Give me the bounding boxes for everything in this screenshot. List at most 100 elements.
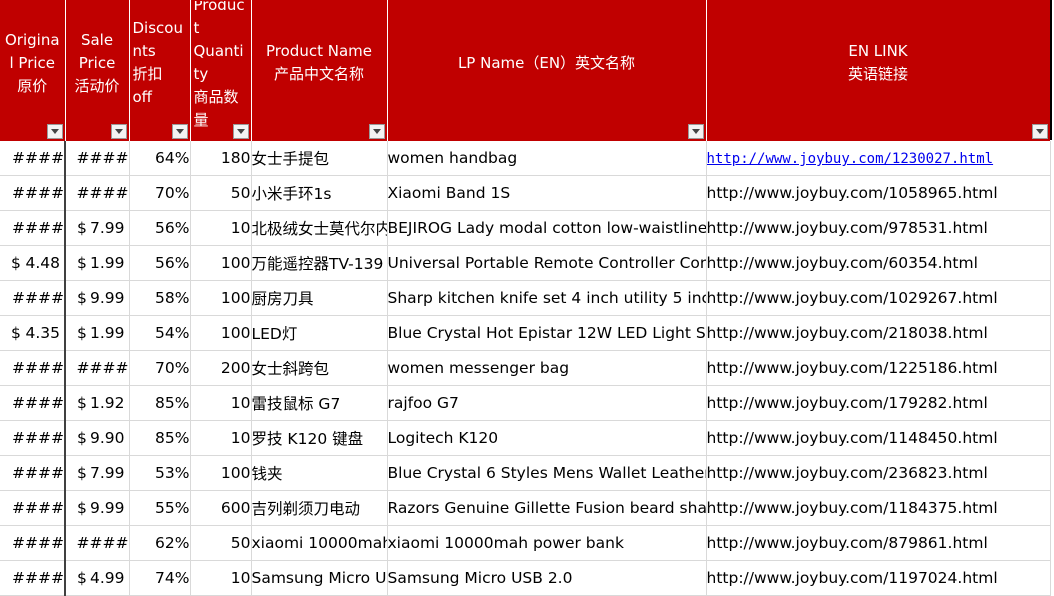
en-link[interactable]: http://www.joybuy.com/879861.html	[707, 534, 988, 552]
cell-quantity[interactable]: 100	[190, 280, 252, 316]
cell-lp-name[interactable]: Universal Portable Remote Controller Con	[387, 245, 707, 281]
cell-discount[interactable]: 62%	[129, 525, 191, 561]
cell-quantity[interactable]: 10	[190, 560, 252, 596]
cell-lp-name[interactable]: Blue Crystal 6 Styles Mens Wallet Leathe…	[387, 455, 707, 491]
cell-en-link[interactable]: http://www.joybuy.com/1184375.html	[706, 490, 1051, 526]
cell-discount[interactable]: 56%	[129, 245, 191, 281]
cell-product-name[interactable]: 罗技 K120 键盘	[251, 420, 388, 456]
cell-product-name[interactable]: xiaomi 10000mah	[251, 525, 388, 561]
cell-en-link[interactable]: http://www.joybuy.com/879861.html	[706, 525, 1051, 561]
cell-discount[interactable]: 64%	[129, 141, 191, 176]
en-link[interactable]: http://www.joybuy.com/1058965.html	[707, 184, 998, 202]
filter-dropdown-icon[interactable]	[110, 124, 127, 139]
cell-lp-name[interactable]: Samsung Micro USB 2.0	[387, 560, 707, 596]
cell-quantity[interactable]: 100	[190, 245, 252, 281]
en-link[interactable]: http://www.joybuy.com/1230027.html	[707, 151, 994, 167]
cell-original-price[interactable]: ####	[0, 490, 66, 526]
cell-lp-name[interactable]: BEJIROG Lady modal cotton low-waistline	[387, 210, 707, 246]
cell-original-price[interactable]: ####	[0, 420, 66, 456]
cell-sale-price[interactable]: ####	[65, 141, 130, 176]
cell-sale-price[interactable]: $7.99	[65, 210, 130, 246]
cell-en-link[interactable]: http://www.joybuy.com/236823.html	[706, 455, 1051, 491]
cell-product-name[interactable]: 吉列剃须刀电动	[251, 490, 388, 526]
cell-quantity[interactable]: 50	[190, 525, 252, 561]
cell-sale-price[interactable]: ####	[65, 175, 130, 211]
cell-sale-price[interactable]: ####	[65, 525, 130, 561]
filter-dropdown-icon[interactable]	[368, 124, 385, 139]
en-link[interactable]: http://www.joybuy.com/1029267.html	[707, 289, 998, 307]
header-product-name[interactable]: Product Name 产品中文名称	[251, 0, 388, 141]
cell-lp-name[interactable]: Xiaomi Band 1S	[387, 175, 707, 211]
cell-original-price[interactable]: ####	[0, 385, 66, 421]
cell-original-price[interactable]: ####	[0, 141, 66, 176]
cell-product-name[interactable]: LED灯	[251, 315, 388, 351]
cell-sale-price[interactable]: $9.99	[65, 280, 130, 316]
cell-discount[interactable]: 54%	[129, 315, 191, 351]
cell-original-price[interactable]: ####	[0, 210, 66, 246]
cell-original-price[interactable]: ####	[0, 350, 66, 386]
cell-quantity[interactable]: 600	[190, 490, 252, 526]
filter-dropdown-icon[interactable]	[687, 124, 704, 139]
cell-en-link[interactable]: http://www.joybuy.com/179282.html	[706, 385, 1051, 421]
cell-lp-name[interactable]: rajfoo G7	[387, 385, 707, 421]
cell-product-name[interactable]: 雷技鼠标 G7	[251, 385, 388, 421]
cell-sale-price[interactable]: ####	[65, 350, 130, 386]
cell-discount[interactable]: 70%	[129, 350, 191, 386]
cell-discount[interactable]: 85%	[129, 385, 191, 421]
cell-en-link[interactable]: http://www.joybuy.com/1230027.html	[706, 141, 1051, 176]
cell-en-link[interactable]: http://www.joybuy.com/1058965.html	[706, 175, 1051, 211]
cell-sale-price[interactable]: $9.90	[65, 420, 130, 456]
cell-en-link[interactable]: http://www.joybuy.com/1029267.html	[706, 280, 1051, 316]
en-link[interactable]: http://www.joybuy.com/1148450.html	[707, 429, 998, 447]
cell-original-price[interactable]: $4.48	[0, 245, 66, 281]
cell-lp-name[interactable]: women messenger bag	[387, 350, 707, 386]
header-lp-name[interactable]: LP Name（EN）英文名称	[387, 0, 707, 141]
en-link[interactable]: http://www.joybuy.com/978531.html	[707, 219, 988, 237]
cell-quantity[interactable]: 10	[190, 420, 252, 456]
header-sale-price[interactable]: Sale Price 活动价	[65, 0, 130, 141]
cell-quantity[interactable]: 50	[190, 175, 252, 211]
cell-quantity[interactable]: 100	[190, 455, 252, 491]
cell-product-name[interactable]: Samsung Micro U	[251, 560, 388, 596]
header-quantity[interactable]: Produc t Quanti ty 商品数量	[190, 0, 252, 141]
cell-product-name[interactable]: 女士斜跨包	[251, 350, 388, 386]
cell-sale-price[interactable]: $9.99	[65, 490, 130, 526]
cell-original-price[interactable]: ####	[0, 455, 66, 491]
header-en-link[interactable]: EN LINK 英语链接	[706, 0, 1051, 141]
en-link[interactable]: http://www.joybuy.com/218038.html	[707, 324, 988, 342]
cell-en-link[interactable]: http://www.joybuy.com/1148450.html	[706, 420, 1051, 456]
cell-discount[interactable]: 74%	[129, 560, 191, 596]
cell-product-name[interactable]: 万能遥控器TV-139	[251, 245, 388, 281]
cell-product-name[interactable]: 女士手提包	[251, 141, 388, 176]
cell-sale-price[interactable]: $4.99	[65, 560, 130, 596]
cell-original-price[interactable]: ####	[0, 175, 66, 211]
cell-product-name[interactable]: 小米手环1s	[251, 175, 388, 211]
cell-product-name[interactable]: 厨房刀具	[251, 280, 388, 316]
cell-lp-name[interactable]: Razors Genuine Gillette Fusion beard sha…	[387, 490, 707, 526]
cell-en-link[interactable]: http://www.joybuy.com/1225186.html	[706, 350, 1051, 386]
cell-discount[interactable]: 85%	[129, 420, 191, 456]
header-original-price[interactable]: Origina l Price 原价	[0, 0, 66, 141]
en-link[interactable]: http://www.joybuy.com/236823.html	[707, 464, 988, 482]
cell-original-price[interactable]: ####	[0, 560, 66, 596]
cell-product-name[interactable]: 钱夹	[251, 455, 388, 491]
cell-discount[interactable]: 53%	[129, 455, 191, 491]
en-link[interactable]: http://www.joybuy.com/1184375.html	[707, 499, 998, 517]
cell-sale-price[interactable]: $1.92	[65, 385, 130, 421]
cell-discount[interactable]: 58%	[129, 280, 191, 316]
cell-lp-name[interactable]: Sharp kitchen knife set 4 inch utility 5…	[387, 280, 707, 316]
cell-lp-name[interactable]: Blue Crystal Hot Epistar 12W LED Light S…	[387, 315, 707, 351]
cell-en-link[interactable]: http://www.joybuy.com/218038.html	[706, 315, 1051, 351]
en-link[interactable]: http://www.joybuy.com/179282.html	[707, 394, 988, 412]
cell-quantity[interactable]: 10	[190, 210, 252, 246]
cell-discount[interactable]: 55%	[129, 490, 191, 526]
cell-sale-price[interactable]: $1.99	[65, 245, 130, 281]
cell-en-link[interactable]: http://www.joybuy.com/60354.html	[706, 245, 1051, 281]
en-link[interactable]: http://www.joybuy.com/1197024.html	[707, 569, 998, 587]
cell-discount[interactable]: 70%	[129, 175, 191, 211]
cell-discount[interactable]: 56%	[129, 210, 191, 246]
en-link[interactable]: http://www.joybuy.com/60354.html	[707, 254, 978, 272]
header-discount[interactable]: Discou nts 折扣 off	[129, 0, 191, 141]
filter-dropdown-icon[interactable]	[232, 124, 249, 139]
cell-quantity[interactable]: 200	[190, 350, 252, 386]
